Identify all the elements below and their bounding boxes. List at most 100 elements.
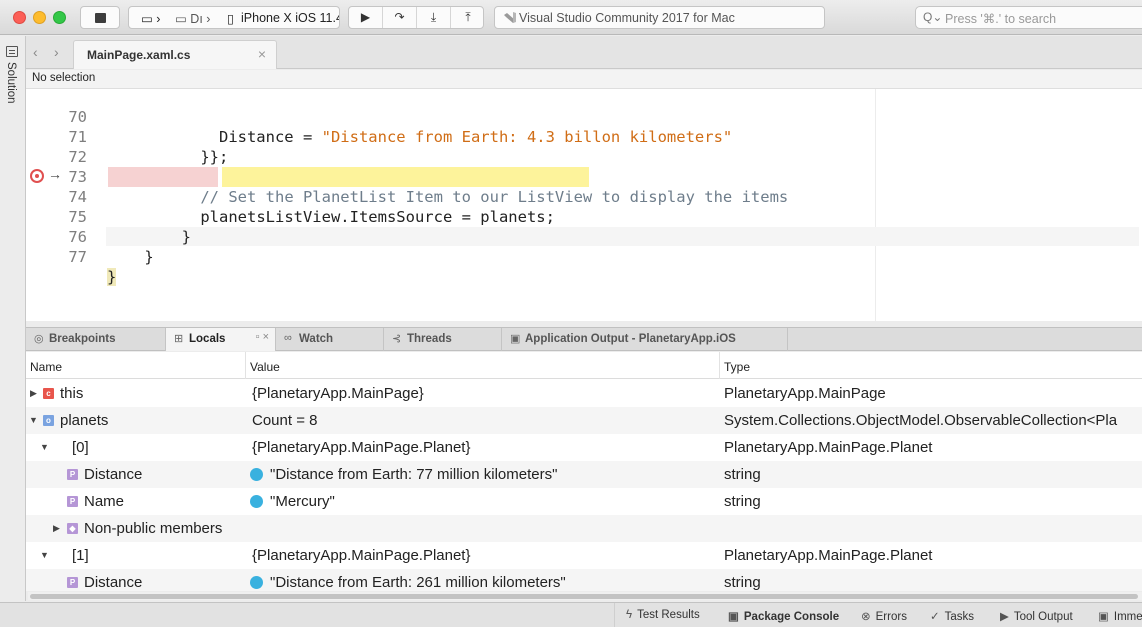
watch-icon: ∞ (284, 332, 292, 344)
code-editor[interactable]: → 70 Distance = "Distance from Earth: 4.… (26, 89, 1142, 321)
tool-output-button[interactable]: ▶ Tool Output (1000, 609, 1073, 623)
stop-button[interactable] (80, 6, 120, 29)
table-row[interactable]: ▼ o planets Count = 8 System.Collections… (26, 407, 1142, 434)
test-results-button[interactable]: ϟ Test Results (626, 609, 700, 621)
nav-forward-icon[interactable]: › (54, 44, 59, 60)
zoom-window-button[interactable] (53, 11, 66, 24)
column-divider[interactable] (719, 352, 720, 379)
property-icon: P (67, 496, 78, 507)
property-icon: P (67, 577, 78, 588)
edit-value-icon[interactable] (250, 495, 263, 508)
debug-controls: ▶ ↷ ⤓ ⤒ (348, 6, 484, 29)
expand-arrow-icon[interactable]: ▶ (53, 515, 60, 542)
code-line-current: 74 planetsListView.ItemsSource = planets… (26, 167, 1142, 226)
package-icon: ▣ (728, 611, 739, 623)
column-header-name[interactable]: Name (30, 360, 62, 374)
target-selector[interactable]: ▭ › ▭ Dı › ▯ iPhone X iOS 11.4 (128, 6, 340, 29)
scrollbar-thumb[interactable] (30, 594, 1138, 599)
editor-tab-bar: ‹ › MainPage.xaml.cs × (26, 36, 1142, 69)
code-line: 71 }}; (26, 107, 1142, 166)
breadcrumb[interactable]: No selection (26, 70, 1142, 89)
code-line: 73 // Set the PlanetList Item to our Lis… (26, 147, 1142, 206)
bolt-icon: ϟ (626, 609, 633, 621)
collapse-arrow-icon[interactable]: ▼ (29, 407, 38, 434)
property-icon: P (67, 469, 78, 480)
project-icon: ▭ › (141, 12, 161, 26)
search-input[interactable]: Q⌄ Press '⌘.' to search (915, 6, 1142, 29)
code-line: 77 } (26, 227, 1142, 286)
step-into-icon[interactable]: ⤓ (417, 7, 451, 28)
close-icon[interactable]: × (258, 46, 266, 62)
main-toolbar: ▭ › ▭ Dı › ▯ iPhone X iOS 11.4 ▶ ↷ ⤓ ⤒ V… (0, 0, 1142, 35)
tab-breakpoints[interactable]: ◎ Breakpoints (26, 328, 166, 351)
divider (614, 603, 615, 627)
breadcrumb-text: No selection (32, 72, 96, 84)
solution-label: Solution (5, 62, 17, 104)
collapse-arrow-icon[interactable]: ▼ (40, 434, 49, 461)
column-header-type[interactable]: Type (724, 360, 750, 374)
visual-studio-icon (504, 12, 516, 23)
field-icon: o (43, 415, 54, 426)
table-row[interactable]: P Distance "Distance from Earth: 261 mil… (26, 569, 1142, 591)
nav-back-icon[interactable]: ‹ (33, 44, 38, 60)
step-over-icon[interactable]: ↷ (383, 7, 417, 28)
tab-threads[interactable]: ⊰ Threads (384, 328, 502, 351)
device-label: iPhone X iOS 11.4 (241, 11, 340, 25)
code-line: 75 } (26, 187, 1142, 246)
tab-label: MainPage.xaml.cs (87, 48, 191, 62)
solution-pad-strip[interactable]: Solution (0, 36, 26, 601)
pad-controls[interactable]: ▫ × (256, 331, 269, 343)
immediate-button[interactable]: ▣ Imme (1098, 609, 1142, 623)
table-row[interactable]: P Name "Mercury" string (26, 488, 1142, 515)
package-console-button[interactable]: ▣ Package Console (728, 609, 839, 623)
column-header-value[interactable]: Value (250, 360, 280, 374)
minimize-window-button[interactable] (33, 11, 46, 24)
play-icon[interactable]: ▶ (349, 7, 383, 28)
locals-header: Name Value Type (26, 352, 1142, 379)
errors-button[interactable]: ⊗ Errors (861, 609, 907, 623)
code-line: 72 (26, 127, 1142, 166)
error-icon: ⊗ (861, 611, 871, 623)
threads-icon: ⊰ (392, 333, 402, 345)
tab-application-output[interactable]: ▣ Application Output - PlanetaryApp.iOS (502, 328, 788, 351)
status-area: Visual Studio Community 2017 for Mac (494, 6, 825, 29)
solution-icon (6, 46, 18, 57)
terminal-icon: ▣ (1098, 611, 1109, 623)
status-text: Visual Studio Community 2017 for Mac (519, 11, 735, 25)
check-icon: ✓ (930, 611, 940, 623)
column-divider[interactable] (245, 352, 246, 379)
step-out-icon[interactable]: ⤒ (451, 7, 485, 28)
table-row[interactable]: ▼ [1] {PlanetaryApp.MainPage.Planet} Pla… (26, 542, 1142, 569)
tab-mainpage-xaml-cs[interactable]: MainPage.xaml.cs × (73, 40, 277, 69)
device-icon: ▯ (227, 12, 234, 26)
search-placeholder: Press '⌘.' to search (945, 12, 1057, 26)
code-line: 70 Distance = "Distance from Earth: 4.3 … (26, 89, 1142, 146)
tab-watch[interactable]: ∞ Watch (276, 328, 384, 351)
horizontal-scrollbar[interactable] (28, 592, 1142, 600)
code-text: } (144, 248, 154, 266)
locals-pad: Name Value Type ▶ c this {PlanetaryApp.M… (26, 352, 1142, 591)
play-icon: ▶ (1000, 611, 1009, 623)
terminal-icon: ▣ (510, 333, 521, 345)
configuration-label: ▭ Dı › (175, 12, 211, 26)
line-number: 77 (68, 248, 87, 266)
class-icon: c (43, 388, 54, 399)
stop-icon (95, 13, 106, 23)
code-line: 76 } (26, 207, 1142, 266)
status-bar: ϟ Test Results ▣ Package Console ⊗ Errors ✓… (0, 602, 1142, 627)
table-row[interactable]: P Distance "Distance from Earth: 77 mill… (26, 461, 1142, 488)
edit-value-icon[interactable] (250, 468, 263, 481)
code-text: } (107, 268, 117, 286)
collapse-arrow-icon[interactable]: ▼ (40, 542, 49, 569)
tab-locals[interactable]: ⊞ Locals ▫ × (166, 328, 276, 351)
tasks-button[interactable]: ✓ Tasks (930, 609, 974, 623)
debug-pad-tabs: ◎ Breakpoints ⊞ Locals ▫ × ∞ Watch ⊰ Thr… (26, 327, 1142, 351)
table-row[interactable]: ▶ ◆ Non-public members (26, 515, 1142, 542)
table-row[interactable]: ▶ c this {PlanetaryApp.MainPage} Planeta… (26, 380, 1142, 407)
table-row[interactable]: ▼ [0] {PlanetaryApp.MainPage.Planet} Pla… (26, 434, 1142, 461)
edit-value-icon[interactable] (250, 576, 263, 589)
search-icon: Q⌄ (923, 10, 943, 24)
expand-arrow-icon[interactable]: ▶ (30, 380, 37, 407)
close-window-button[interactable] (13, 11, 26, 24)
breakpoints-icon: ◎ (34, 333, 44, 345)
